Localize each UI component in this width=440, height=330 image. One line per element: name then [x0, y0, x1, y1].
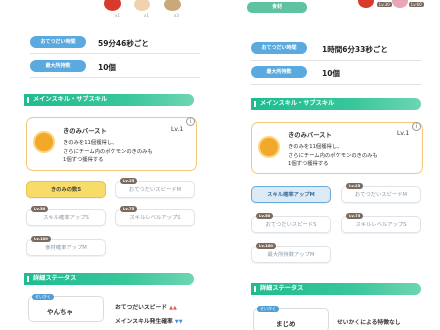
- sub-skill-level-tag: Lv.75: [346, 213, 364, 219]
- right-panel: 食材 Lv.30 Lv.60 おてつだい時間 1時間6分33秒ごと 最大所持数 …: [227, 0, 440, 330]
- divider: [30, 53, 200, 54]
- ingredient-label: 食材: [247, 2, 307, 13]
- help-interval-value: 59分46秒ごと: [98, 39, 149, 48]
- personality-note: せいかくによる特徴なし: [337, 320, 401, 326]
- main-skill-card[interactable]: きのみバースト Lv.1 i きのみを11個獲得し、 さらにチーム内のポケモンの…: [26, 117, 197, 171]
- max-carry-label: 最大所持数: [30, 60, 86, 72]
- personality-value: やんちゃ: [47, 308, 73, 316]
- divider: [251, 84, 421, 85]
- berry-burst-skill-icon: [258, 136, 280, 158]
- personality-value: まじめ: [276, 320, 296, 328]
- ingredient-count: x1: [115, 13, 120, 18]
- detail-section-header: 詳細ステータス: [24, 273, 194, 285]
- sub-skill-5-button[interactable]: Lv.100 最大所持数アップM: [251, 243, 331, 263]
- main-skill-card[interactable]: きのみバースト Lv.1 i きのみを11個獲得し、 さらにチーム内のポケモンの…: [251, 122, 423, 174]
- ingredient-count: x1: [144, 13, 149, 18]
- sub-skill-1-button[interactable]: スキル確率アップM: [251, 186, 331, 203]
- down-arrows-icon: ▼▼: [174, 319, 183, 325]
- up-arrows-icon: ▲▲: [169, 305, 177, 311]
- info-icon[interactable]: i: [186, 117, 195, 126]
- personality-box: せいかく まじめ: [253, 306, 329, 330]
- personality-tag: せいかく: [32, 294, 54, 300]
- sub-skill-4-button[interactable]: Lv.75 スキルレベルアップS: [341, 213, 421, 233]
- sub-skill-4-button[interactable]: Lv.75 スキルレベルアップS: [115, 206, 195, 226]
- ingredient-potato-icon: [164, 0, 181, 11]
- info-icon[interactable]: i: [412, 122, 421, 131]
- help-interval-value: 1時間6分33秒ごと: [322, 45, 388, 54]
- sub-skill-level-tag: Lv.25: [120, 178, 138, 184]
- ingredient-ginger-icon: [134, 0, 150, 11]
- ingredient-level-tag: Lv.60: [409, 2, 424, 7]
- personality-box: せいかく やんちゃ: [28, 294, 104, 322]
- sub-skill-3-button[interactable]: Lv.50 スキル確率アップS: [26, 206, 106, 226]
- divider: [30, 77, 200, 78]
- sub-skill-level-tag: Lv.75: [120, 206, 138, 212]
- detail-section-header: 詳細ステータス: [251, 283, 421, 295]
- ingredient-level-tag: Lv.30: [377, 2, 392, 7]
- max-carry-value: 10個: [322, 69, 340, 78]
- main-skill-level: Lv.1: [397, 130, 410, 137]
- max-carry-value: 10個: [98, 63, 116, 72]
- sub-skill-level-tag: Lv.100: [31, 236, 51, 242]
- ingredient-apple-icon: [104, 0, 121, 11]
- sub-skill-2-button[interactable]: Lv.25 おてつだいスピードM: [115, 178, 195, 198]
- sub-skill-level-tag: Lv.50: [31, 206, 49, 212]
- berry-burst-skill-icon: [33, 131, 55, 153]
- max-carry-label: 最大所持数: [251, 66, 307, 78]
- sub-skill-1-button[interactable]: きのみの数S: [26, 181, 106, 198]
- skills-section-header: メインスキル・サブスキル: [24, 94, 194, 106]
- panel-separator: [213, 0, 227, 330]
- divider: [251, 60, 421, 61]
- left-panel: x1 x1 x3 おてつだい時間 59分46秒ごと 最大所持数 10個 メインス…: [0, 0, 213, 330]
- stat-skill-chance: メインスキル発生確率 ▼▼: [115, 319, 183, 325]
- sub-skill-5-button[interactable]: Lv.100 食材確率アップM: [26, 236, 106, 256]
- main-skill-level: Lv.1: [171, 126, 184, 133]
- ingredient-flower-icon: [392, 0, 408, 8]
- main-skill-name: きのみバースト: [288, 132, 332, 139]
- help-interval-label: おてつだい時間: [251, 42, 307, 54]
- skills-section-header: メインスキル・サブスキル: [251, 98, 421, 110]
- help-interval-label: おてつだい時間: [30, 36, 86, 48]
- main-skill-description: きのみを11個獲得し、 さらにチーム内のポケモンのきのみも 1個ずつ獲得する: [63, 140, 153, 163]
- sub-skill-3-button[interactable]: Lv.50 おてつだいスピードS: [251, 213, 331, 233]
- personality-tag: せいかく: [257, 306, 279, 312]
- ingredient-count: x3: [174, 13, 179, 18]
- main-skill-name: きのみバースト: [63, 128, 107, 135]
- ingredient-apple-icon: [358, 0, 374, 8]
- sub-skill-level-tag: Lv.25: [346, 183, 364, 189]
- sub-skill-level-tag: Lv.100: [256, 243, 276, 249]
- sub-skill-level-tag: Lv.50: [256, 213, 274, 219]
- main-skill-description: きのみを11個獲得し、 さらにチーム内のポケモンのきのみも 1個ずつ獲得する: [288, 144, 378, 167]
- stat-help-speed: おてつだいスピード ▲▲: [115, 305, 177, 311]
- sub-skill-2-button[interactable]: Lv.25 おてつだいスピードM: [341, 183, 421, 203]
